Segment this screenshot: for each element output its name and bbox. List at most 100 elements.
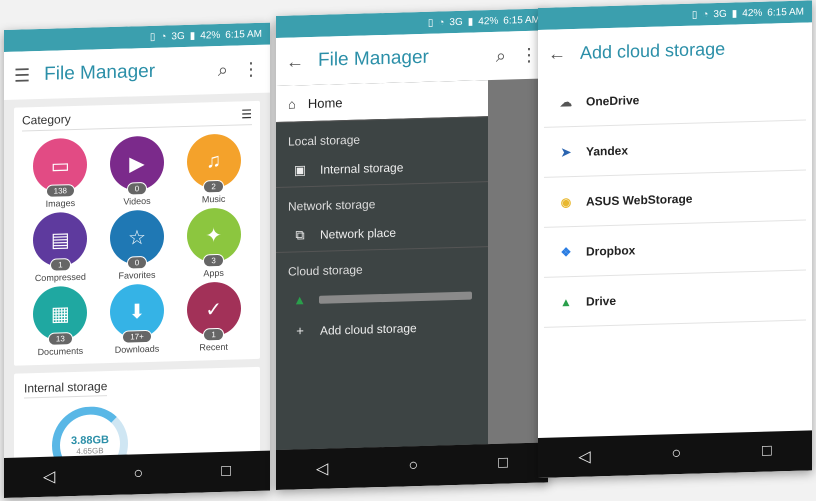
network-type: 3G (171, 30, 185, 42)
blurred-account-email (319, 291, 472, 304)
clock: 6:15 AM (503, 14, 540, 27)
category-documents[interactable]: ▦ 13 Documents (22, 285, 99, 357)
provider-name: Drive (586, 293, 617, 309)
storage-total: 4.65GB (76, 445, 104, 456)
category-downloads[interactable]: ⬇ 17+ Downloads (99, 283, 176, 355)
category-label: Images (45, 198, 76, 209)
provider-name: Yandex (586, 142, 629, 159)
provider-asus-webstorage[interactable]: ◉ ASUS WebStorage (544, 170, 806, 228)
dropbox-icon: ❖ (560, 244, 572, 259)
home-nav-icon[interactable]: ○ (408, 457, 418, 475)
page-title: File Manager (44, 60, 156, 85)
battery-icon: ▮ (467, 15, 474, 28)
phone-add-cloud-storage: ▯ ◔ 3G ▮ 42% 6:15 AM ← Add cloud storage… (538, 0, 812, 478)
category-compressed[interactable]: ▤ 1 Compressed (22, 211, 99, 283)
app-bar: ← File Manager ⌕ ⋮ (276, 30, 548, 86)
plus-icon: + (296, 323, 304, 339)
back-nav-icon[interactable]: ◁ (316, 459, 328, 479)
battery-level: 42% (478, 15, 499, 27)
category-favorites[interactable]: ☆ 0 Favorites (99, 209, 176, 281)
list-view-icon[interactable]: ☰ (241, 107, 252, 121)
provider-name: OneDrive (586, 92, 640, 109)
provider-name: ASUS WebStorage (586, 191, 693, 209)
battery-icon: ▮ (189, 30, 196, 42)
app-bar: ← Add cloud storage (538, 22, 812, 78)
vibrate-icon: ▯ (149, 31, 156, 43)
google-drive-icon: ▲ (560, 294, 572, 309)
add-cloud-label: Add cloud storage (320, 320, 417, 338)
nav-bar: ◁ ○ □ (4, 450, 270, 498)
category-videos[interactable]: ▶ 0 Videos (99, 135, 176, 207)
category-recent[interactable]: ✓ 1 Recent (175, 281, 252, 353)
home-nav-icon[interactable]: ○ (133, 465, 143, 483)
count-badge: 2 (203, 179, 224, 194)
storage-used: 3.88GB (71, 433, 109, 447)
wifi-icon: ◔ (160, 30, 167, 43)
network-type: 3G (713, 8, 727, 20)
back-arrow-icon[interactable]: ← (286, 51, 304, 73)
storage-title: Internal storage (24, 379, 108, 399)
category-label: Videos (123, 195, 151, 207)
drawer-item-home[interactable]: ⌂ Home (276, 80, 488, 122)
phone-file-manager-drawer: ▯ ◔ 3G ▮ 42% 6:15 AM ← File Manager ⌕ ⋮ … (276, 8, 548, 491)
back-nav-icon[interactable]: ◁ (43, 467, 55, 487)
phone-file-manager-home: ▯ ◔ 3G ▮ 42% 6:15 AM ☰ File Manager ⌕ ⋮ … (4, 22, 270, 498)
wifi-icon: ◔ (438, 16, 445, 28)
phone-storage-icon: ▣ (293, 162, 307, 178)
provider-dropbox[interactable]: ❖ Dropbox (544, 220, 806, 278)
count-badge: 13 (47, 332, 73, 346)
count-badge: 1 (203, 327, 224, 342)
network-icon: ⧉ (295, 227, 305, 243)
provider-yandex[interactable]: ➤ Yandex (544, 120, 806, 178)
navigation-drawer: ⌂ Home Local storage ▣ Internal storage … (276, 80, 488, 450)
google-drive-icon: ▲ (293, 292, 307, 308)
category-label: Compressed (34, 271, 86, 284)
more-options-icon[interactable]: ⋮ (520, 44, 538, 66)
home-nav-icon[interactable]: ○ (671, 445, 681, 463)
battery-icon: ▮ (731, 7, 738, 20)
category-card: Category ☰ ▭ 138 Images ▶ 0 Videos ♫ 2 Music ▤ 1 Co… (14, 100, 260, 366)
count-badge: 138 (45, 184, 75, 198)
nav-bar: ◁ ○ □ (538, 430, 812, 478)
search-icon[interactable]: ⌕ (496, 45, 506, 66)
wifi-icon: ◔ (702, 8, 709, 20)
recents-nav-icon[interactable]: □ (498, 455, 508, 473)
category-music[interactable]: ♫ 2 Music (175, 133, 252, 205)
onedrive-icon: ☁ (560, 94, 572, 109)
provider-drive[interactable]: ▲ Drive (544, 270, 806, 328)
home-label: Home (307, 94, 343, 111)
internal-storage-label: Internal storage (320, 160, 404, 177)
count-badge: 0 (126, 255, 148, 270)
count-badge: 3 (203, 253, 224, 268)
category-label: Documents (37, 345, 84, 358)
search-icon[interactable]: ⌕ (218, 59, 228, 80)
drawer-item-add-cloud-storage[interactable]: + Add cloud storage (276, 310, 488, 347)
menu-icon[interactable]: ☰ (14, 65, 30, 86)
category-label: Favorites (118, 269, 156, 281)
category-label: Apps (203, 267, 224, 279)
cloud-provider-list: ☁ OneDrive ➤ Yandex ◉ ASUS WebStorage ❖ Dropbox… (538, 70, 812, 328)
more-options-icon[interactable]: ⋮ (242, 58, 260, 80)
network-type: 3G (449, 16, 463, 28)
category-images[interactable]: ▭ 138 Images (22, 137, 99, 209)
network-place-label: Network place (320, 225, 397, 242)
recents-nav-icon[interactable]: □ (221, 463, 231, 481)
main-content: Category ☰ ▭ 138 Images ▶ 0 Videos ♫ 2 Music ▤ 1 Co… (4, 92, 270, 494)
back-nav-icon[interactable]: ◁ (578, 447, 590, 467)
page-title: Add cloud storage (580, 38, 726, 63)
battery-level: 42% (200, 29, 221, 42)
provider-onedrive[interactable]: ☁ OneDrive (544, 70, 806, 128)
app-bar: ☰ File Manager ⌕ ⋮ (4, 44, 270, 100)
yandex-icon: ➤ (560, 144, 572, 159)
vibrate-icon: ▯ (427, 17, 434, 29)
recents-nav-icon[interactable]: □ (762, 442, 772, 460)
provider-name: Dropbox (586, 242, 636, 259)
category-apps[interactable]: ✦ 3 Apps (175, 207, 252, 279)
back-arrow-icon[interactable]: ← (548, 43, 566, 65)
category-header: Category ☰ (22, 107, 252, 132)
count-badge: 17+ (122, 329, 152, 344)
category-title: Category (22, 112, 71, 128)
nav-bar: ◁ ○ □ (276, 442, 548, 490)
home-icon: ⌂ (288, 95, 296, 112)
clock: 6:15 AM (767, 6, 804, 19)
